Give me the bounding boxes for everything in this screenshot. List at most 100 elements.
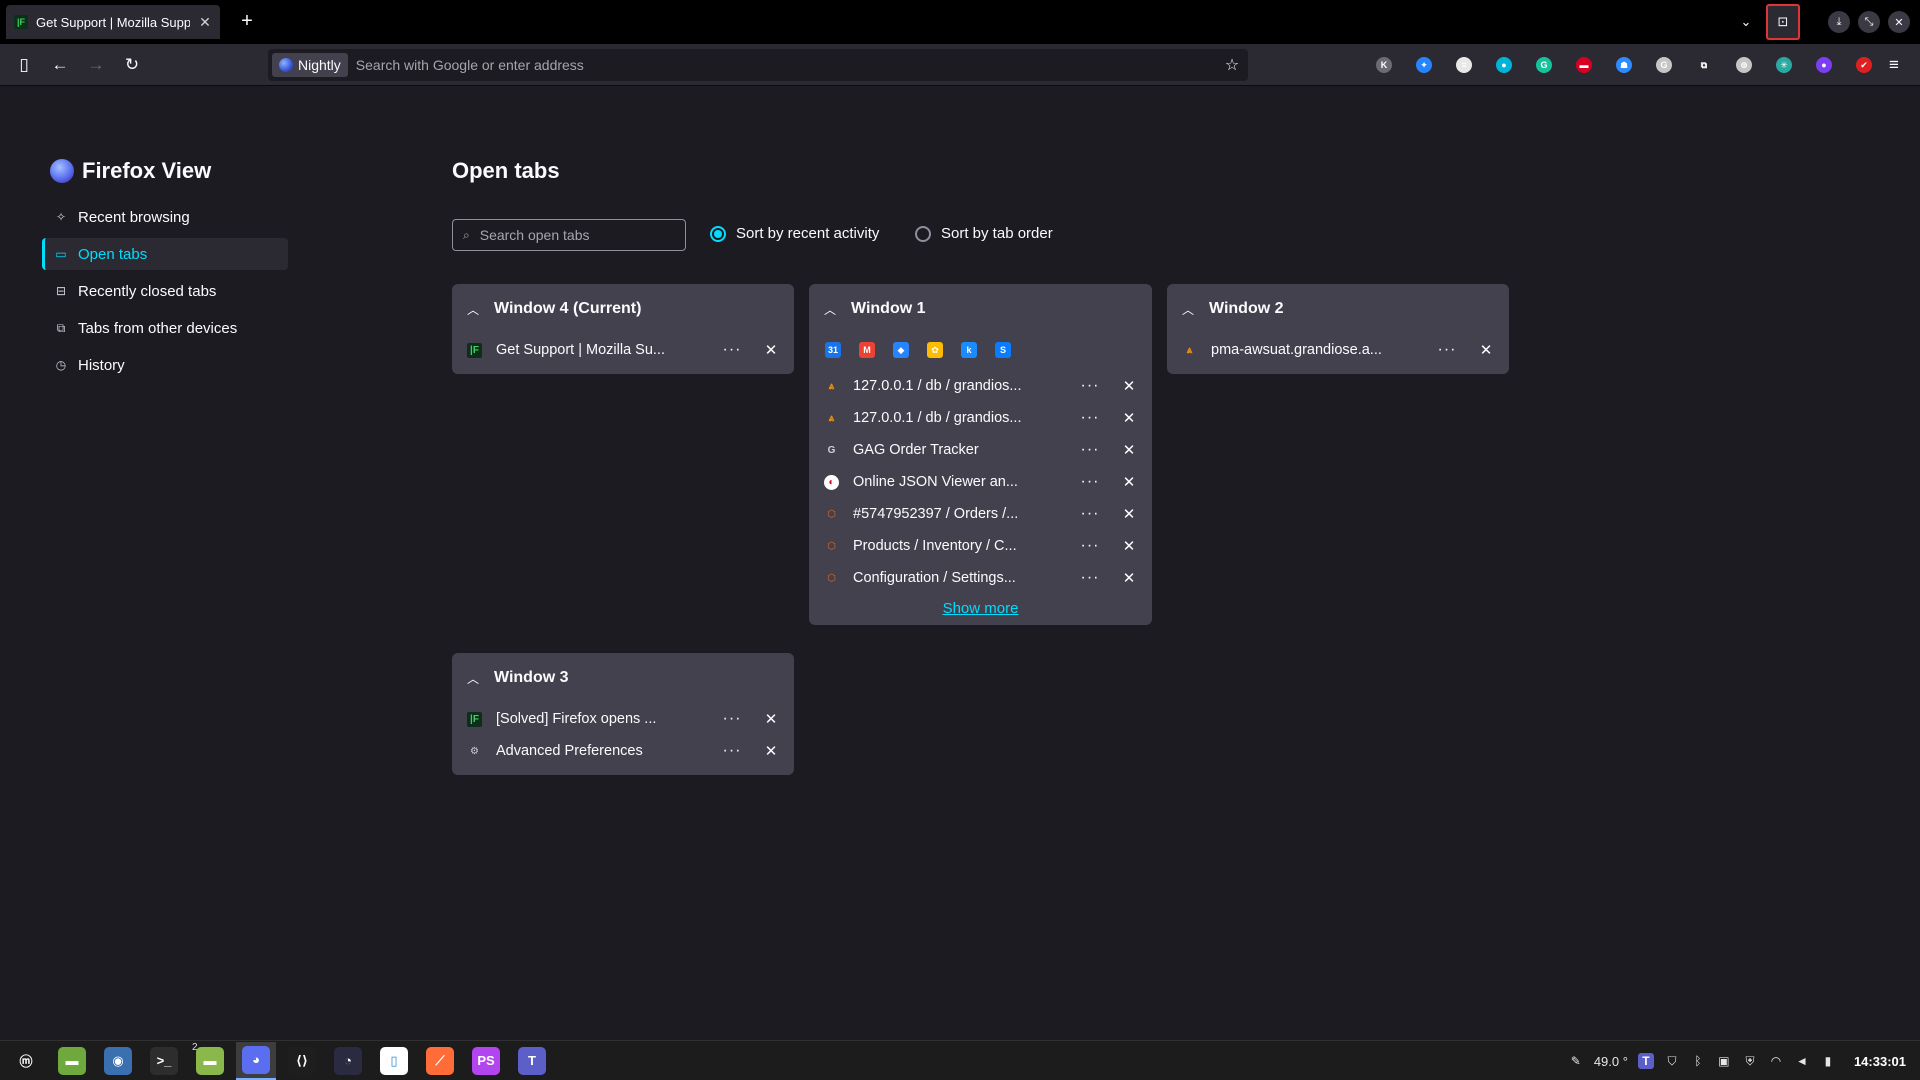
browser-tab-active[interactable]: |F Get Support | Mozilla Support ✕ bbox=[6, 5, 220, 39]
search-open-tabs-input[interactable]: ⌕ Search open tabs bbox=[452, 219, 686, 251]
tab-row[interactable]: ⬡ Configuration / Settings... ··· ✕ bbox=[809, 562, 1152, 594]
close-tab-icon[interactable]: ✕ bbox=[198, 14, 212, 31]
window-card-header[interactable]: ︿ Window 3 bbox=[452, 653, 794, 703]
tab-title[interactable]: GAG Order Tracker bbox=[853, 442, 1062, 458]
more-options-icon[interactable]: ··· bbox=[1076, 377, 1104, 395]
sidebar-item-recent-browsing[interactable]: ✧ Recent browsing bbox=[42, 201, 288, 233]
ghost-icon[interactable]: ☗ bbox=[1610, 52, 1638, 78]
firefox-view-button[interactable]: ⊡ bbox=[1766, 4, 1800, 40]
more-options-icon[interactable]: ··· bbox=[1076, 505, 1104, 523]
forward-button[interactable]: → bbox=[82, 52, 110, 78]
volume-icon[interactable]: ◄ bbox=[1794, 1053, 1810, 1069]
k-circle-icon[interactable]: K bbox=[1370, 52, 1398, 78]
radio-unchecked-icon[interactable] bbox=[915, 225, 931, 242]
shield-icon[interactable]: ⛉ bbox=[1664, 1053, 1680, 1069]
photos-icon[interactable]: ✿ bbox=[927, 342, 943, 358]
show-more-link[interactable]: Show more bbox=[809, 600, 1152, 617]
tab-row[interactable]: G GAG Order Tracker ··· ✕ bbox=[809, 434, 1152, 466]
close-tab-icon[interactable]: ✕ bbox=[1118, 505, 1140, 523]
tab-row[interactable]: ⩓ 127.0.0.1 / db / grandios... ··· ✕ bbox=[809, 370, 1152, 402]
sidebar-item-open-tabs[interactable]: ▭ Open tabs bbox=[42, 238, 288, 270]
sort-order-radio[interactable]: Sort by tab order bbox=[915, 225, 1053, 242]
taskbar-app-teams[interactable]: T bbox=[512, 1042, 552, 1080]
downloads-circle-icon[interactable]: ⤓ bbox=[1824, 7, 1854, 37]
grammarly-icon[interactable]: G bbox=[1530, 52, 1558, 78]
restore-window-icon[interactable]: ⤡ bbox=[1854, 7, 1884, 37]
tab-row[interactable]: ◐ Online JSON Viewer an... ··· ✕ bbox=[809, 466, 1152, 498]
close-tab-icon[interactable]: ✕ bbox=[1118, 409, 1140, 427]
tab-title[interactable]: Get Support | Mozilla Su... bbox=[496, 342, 704, 358]
taskbar-app-file-manager[interactable]: ▬ 2 bbox=[190, 1042, 230, 1080]
tab-title[interactable]: Products / Inventory / C... bbox=[853, 538, 1062, 554]
sidebar-item-recently-closed-tabs[interactable]: ⊟ Recently closed tabs bbox=[42, 275, 288, 307]
taskbar-app-terminal[interactable]: >_ bbox=[144, 1042, 184, 1080]
close-tab-icon[interactable]: ✕ bbox=[760, 742, 782, 760]
more-options-icon[interactable]: ··· bbox=[1076, 409, 1104, 427]
purple-icon[interactable]: ● bbox=[1810, 52, 1838, 78]
clipboard-icon[interactable]: ▣ bbox=[1716, 1053, 1732, 1069]
collapse-chevron-icon[interactable]: ︿ bbox=[823, 301, 837, 318]
bluetooth-icon[interactable]: ᛒ bbox=[1690, 1053, 1706, 1069]
new-tab-button[interactable]: + bbox=[236, 10, 258, 33]
tab-title[interactable]: 127.0.0.1 / db / grandios... bbox=[853, 410, 1062, 426]
more-options-icon[interactable]: ··· bbox=[718, 742, 746, 760]
shield-g-icon[interactable]: G bbox=[1650, 52, 1678, 78]
window-card-header[interactable]: ︿ Window 2 bbox=[1167, 284, 1509, 334]
notes-icon[interactable]: ✎ bbox=[1568, 1053, 1584, 1069]
bookmark-star-icon[interactable]: ☆ bbox=[1220, 55, 1244, 75]
jira-icon[interactable]: ◆ bbox=[893, 342, 909, 358]
close-tab-icon[interactable]: ✕ bbox=[1118, 377, 1140, 395]
s-icon[interactable]: S bbox=[995, 342, 1011, 358]
taskbar-app-vscode[interactable]: ⟨⟩ bbox=[282, 1042, 322, 1080]
tab-row[interactable]: |F Get Support | Mozilla Su... ··· ✕ bbox=[452, 334, 794, 366]
tab-title[interactable]: pma-awsuat.grandiose.a... bbox=[1211, 342, 1419, 358]
more-options-icon[interactable]: ··· bbox=[718, 710, 746, 728]
tab-title[interactable]: Configuration / Settings... bbox=[853, 570, 1062, 586]
close-tab-icon[interactable]: ✕ bbox=[1118, 537, 1140, 555]
reload-button[interactable]: ↻ bbox=[118, 52, 146, 78]
window-card-header[interactable]: ︿ Window 4 (Current) bbox=[452, 284, 794, 334]
sidebar-item-history[interactable]: ◷ History bbox=[42, 349, 288, 381]
security-icon[interactable]: ⛨ bbox=[1742, 1053, 1758, 1069]
hamburger-menu-icon[interactable]: ≡ bbox=[1880, 52, 1908, 78]
taskbar-app-libreoffice[interactable]: ▯ bbox=[374, 1042, 414, 1080]
tab-row[interactable]: |F [Solved] Firefox opens ... ··· ✕ bbox=[452, 703, 794, 735]
red-box-icon[interactable]: ▬ bbox=[1570, 52, 1598, 78]
gmail-icon[interactable]: M bbox=[859, 342, 875, 358]
sidebar-item-tabs-from-other-devices[interactable]: ⧉ Tabs from other devices bbox=[42, 312, 288, 344]
red-dot-icon[interactable]: ✔ bbox=[1850, 52, 1878, 78]
puzzle-icon[interactable]: ⧉ bbox=[1690, 52, 1718, 78]
close-tab-icon[interactable]: ✕ bbox=[1118, 473, 1140, 491]
cyan-square-icon[interactable]: ● bbox=[1490, 52, 1518, 78]
close-tab-icon[interactable]: ✕ bbox=[1118, 569, 1140, 587]
k-icon[interactable]: k bbox=[961, 342, 977, 358]
taskbar-app-postman[interactable]: ⟋ bbox=[420, 1042, 460, 1080]
tab-row[interactable]: ⩓ 127.0.0.1 / db / grandios... ··· ✕ bbox=[809, 402, 1152, 434]
collapse-chevron-icon[interactable]: ︿ bbox=[1181, 301, 1195, 318]
list-all-tabs-chevron-icon[interactable]: ⌄ bbox=[1730, 6, 1762, 38]
taskbar-app-screenshot[interactable]: ◉ bbox=[98, 1042, 138, 1080]
identity-box[interactable]: Nightly bbox=[272, 53, 348, 77]
back-button[interactable]: ← bbox=[46, 52, 74, 78]
more-options-icon[interactable]: ··· bbox=[1433, 341, 1461, 359]
tab-row[interactable]: ⬡ Products / Inventory / C... ··· ✕ bbox=[809, 530, 1152, 562]
radio-checked-icon[interactable] bbox=[710, 225, 726, 242]
close-tab-icon[interactable]: ✕ bbox=[760, 341, 782, 359]
more-options-icon[interactable]: ··· bbox=[718, 341, 746, 359]
taskbar-app-mint-menu[interactable]: ⓜ bbox=[6, 1042, 46, 1080]
more-options-icon[interactable]: ··· bbox=[1076, 441, 1104, 459]
more-options-icon[interactable]: ··· bbox=[1076, 537, 1104, 555]
battery-icon[interactable]: ▮ bbox=[1820, 1053, 1836, 1069]
tab-row[interactable]: ⚙ Advanced Preferences ··· ✕ bbox=[452, 735, 794, 767]
more-options-icon[interactable]: ··· bbox=[1076, 569, 1104, 587]
sort-recent-radio[interactable]: Sort by recent activity bbox=[710, 225, 879, 242]
close-window-icon[interactable]: ✕ bbox=[1884, 7, 1914, 37]
taskbar-app-dbeaver[interactable]: ◔ bbox=[328, 1042, 368, 1080]
taskbar-app-phpstorm[interactable]: PS bbox=[466, 1042, 506, 1080]
calendar-icon[interactable]: 31 bbox=[825, 342, 841, 358]
wifi-icon[interactable]: ◠ bbox=[1768, 1053, 1784, 1069]
taskbar-app-firefox-nightly[interactable]: ◕ bbox=[236, 1041, 276, 1080]
globe-icon[interactable]: ⊕ bbox=[1730, 52, 1758, 78]
teams-tray-icon[interactable]: T bbox=[1637, 1053, 1654, 1069]
taskbar-app-files-green[interactable]: ▬ bbox=[52, 1042, 92, 1080]
